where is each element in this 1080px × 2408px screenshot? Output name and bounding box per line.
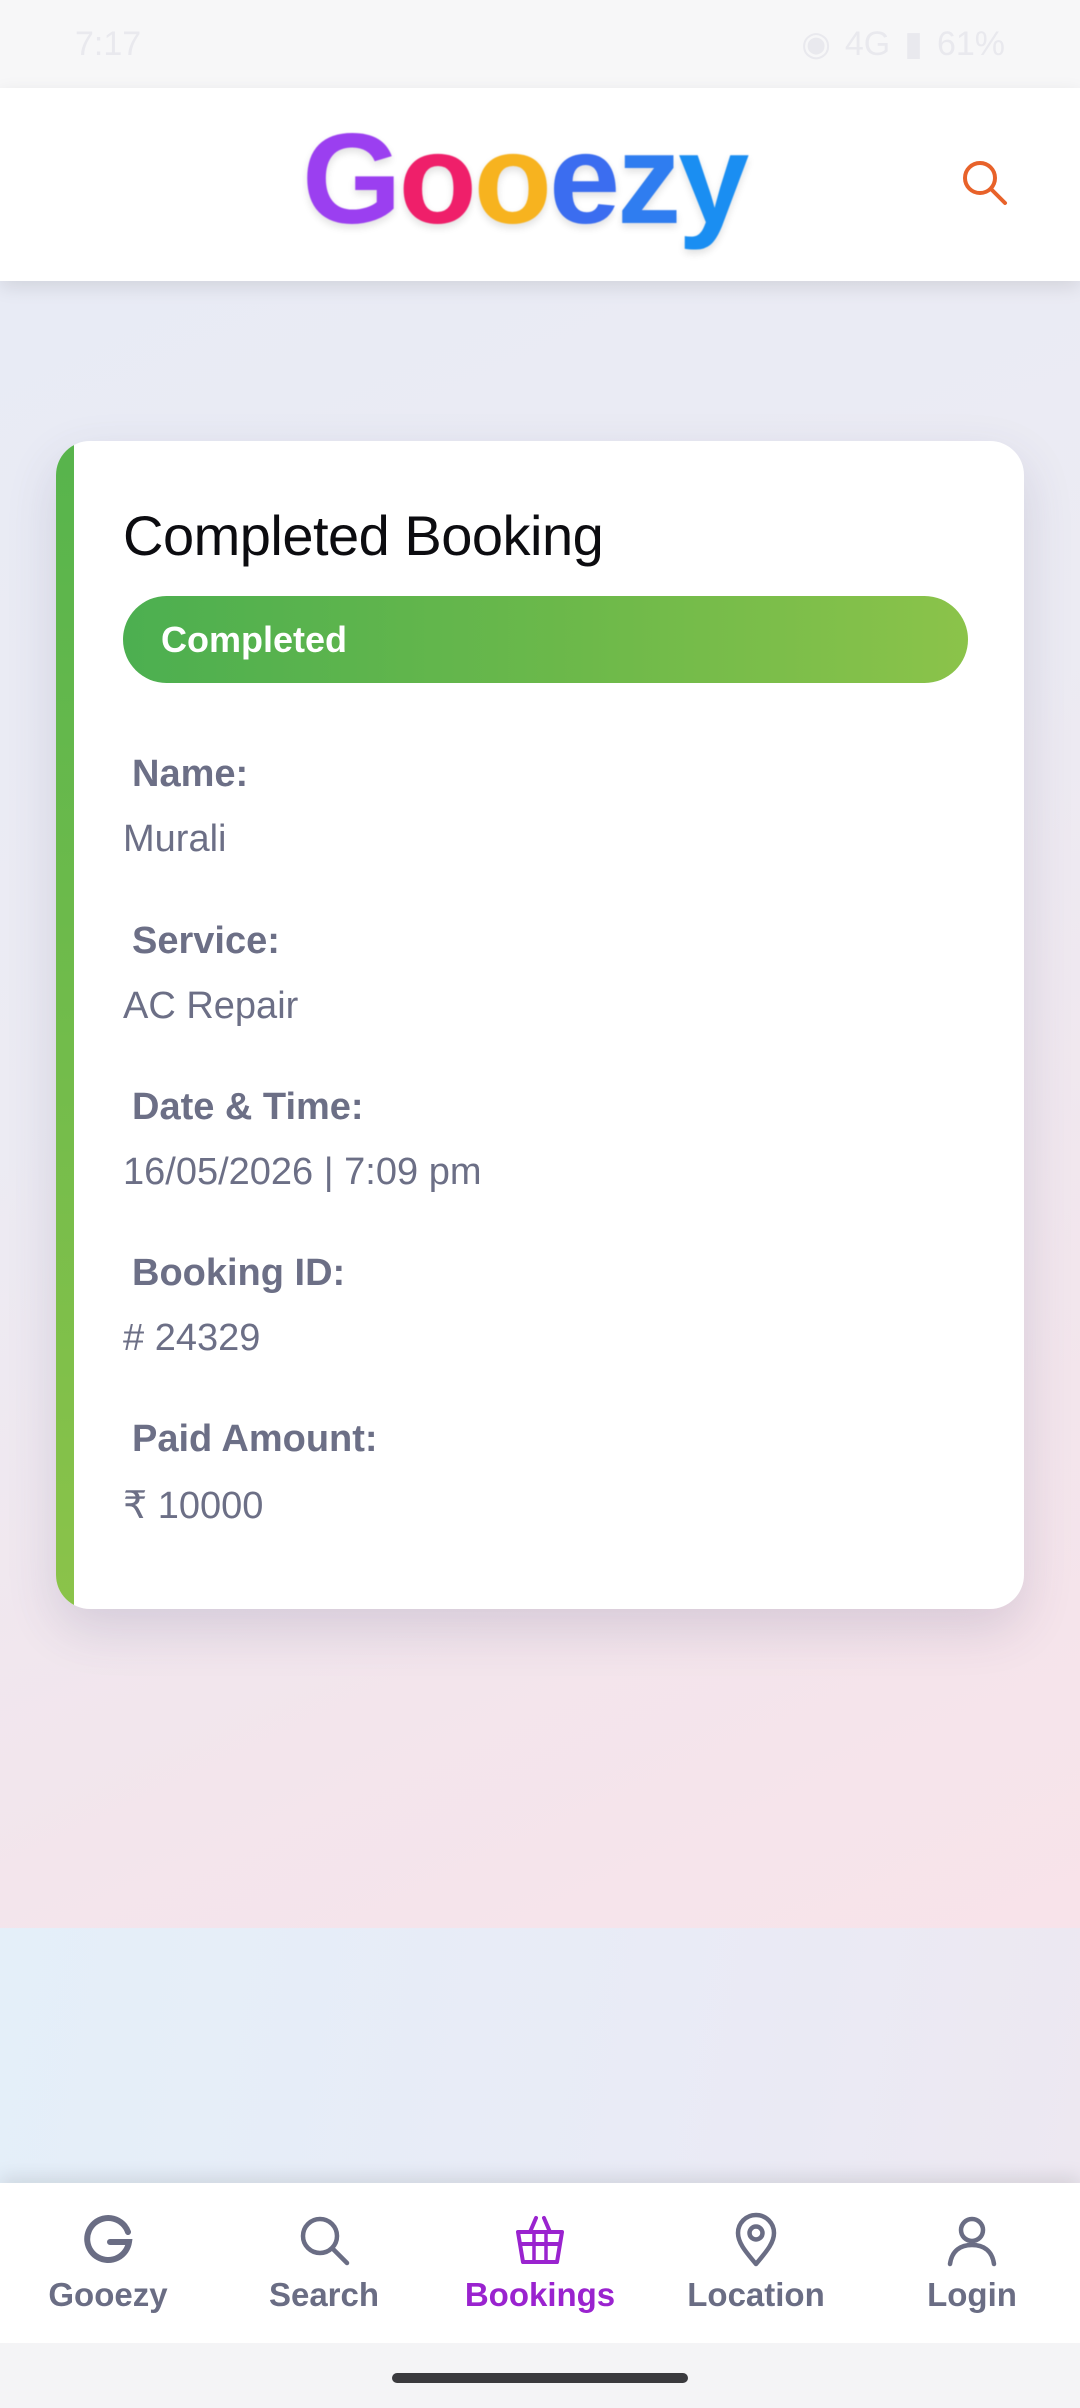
nav-item-bookings[interactable]: Bookings xyxy=(432,2183,648,2343)
bottom-nav: Gooezy Search Bookings Location Login xyxy=(0,2183,1080,2343)
system-gesture-area xyxy=(0,2343,1080,2408)
network-label: 4G xyxy=(844,24,891,63)
field-booking-id: Booking ID: # 24329 xyxy=(123,1252,345,1360)
gooezy-logo[interactable]: Gooezy xyxy=(302,108,749,251)
logo-letter: e xyxy=(548,108,620,251)
status-icons: ◉ 4G ▮ 61% xyxy=(801,24,1005,64)
field-name: Name: Murali xyxy=(123,753,248,861)
status-bar: 7:17 ◉ 4G ▮ 61% xyxy=(0,0,1080,88)
nav-item-gooezy[interactable]: Gooezy xyxy=(0,2183,216,2343)
field-label: Paid Amount: xyxy=(132,1418,378,1460)
logo-letter: z xyxy=(617,108,681,251)
wifi-icon: ◉ xyxy=(801,25,831,63)
user-icon xyxy=(947,2216,997,2267)
field-label: Name: xyxy=(132,753,249,795)
logo-letter: o xyxy=(398,108,477,251)
field-label: Date & Time: xyxy=(132,1086,364,1128)
g-logo-icon xyxy=(84,2215,133,2264)
home-gesture-bar[interactable] xyxy=(392,2373,688,2383)
field-label: Booking ID: xyxy=(132,1252,346,1294)
battery-icon: ▮ xyxy=(904,25,923,63)
nav-label: Login xyxy=(927,2276,1017,2313)
nav-item-login[interactable]: Login xyxy=(864,2183,1080,2343)
status-time: 7:17 xyxy=(75,24,142,63)
logo-letter: G xyxy=(302,108,402,251)
search-icon[interactable] xyxy=(958,156,1012,210)
nav-label: Gooezy xyxy=(48,2276,168,2313)
nav-label: Location xyxy=(687,2276,825,2313)
field-label: Service: xyxy=(132,920,280,962)
battery-level: 61% xyxy=(936,24,1005,63)
field-value: Murali xyxy=(123,818,227,860)
card-accent-bar xyxy=(56,441,74,1609)
search-icon xyxy=(300,2216,350,2266)
field-date-time: Date & Time: 16/05/2026 | 7:09 pm xyxy=(123,1086,481,1194)
location-pin-icon xyxy=(735,2212,777,2267)
nav-label: Bookings xyxy=(464,2276,616,2313)
field-service: Service: AC Repair xyxy=(123,920,298,1028)
app-header: Gooezy xyxy=(0,88,1080,281)
field-value: # 24329 xyxy=(123,1317,261,1359)
nav-label: Search xyxy=(268,2276,380,2313)
logo-letter: y xyxy=(678,108,749,251)
booking-title: Completed Booking xyxy=(123,504,604,567)
basket-icon xyxy=(516,2216,564,2264)
field-value: AC Repair xyxy=(123,985,299,1027)
field-value: 16/05/2026 | 7:09 pm xyxy=(123,1151,482,1193)
booking-card[interactable]: Completed Booking Completed Name: Murali… xyxy=(56,441,1024,1609)
nav-item-location[interactable]: Location xyxy=(648,2183,864,2343)
field-paid-amount: Paid Amount: ₹ 10000 xyxy=(123,1418,378,1528)
status-badge: Completed xyxy=(123,596,968,683)
field-value: ₹ 10000 xyxy=(123,1485,264,1527)
status-badge-label: Completed xyxy=(161,618,348,660)
nav-item-search[interactable]: Search xyxy=(216,2183,432,2343)
lower-background xyxy=(0,1928,1080,2183)
logo-letter: o xyxy=(473,108,552,251)
